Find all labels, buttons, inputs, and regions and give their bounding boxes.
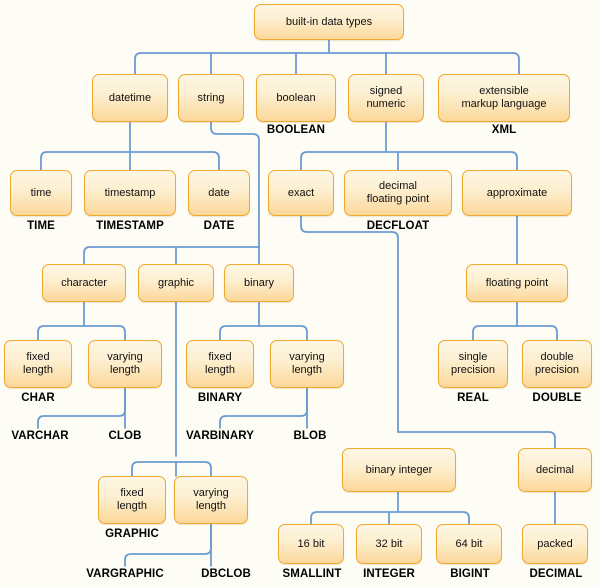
- node-root[interactable]: built-in data types: [254, 4, 404, 40]
- node-char-varying-length[interactable]: varying length: [88, 340, 162, 388]
- node-label: binary: [244, 276, 274, 289]
- caption-bigint: BIGINT: [450, 568, 490, 580]
- node-label: time: [30, 186, 52, 199]
- caption-graphic: GRAPHIC: [105, 528, 159, 540]
- node-label: exact: [287, 186, 315, 199]
- node-label: varying length: [107, 351, 143, 376]
- node-binary[interactable]: binary: [224, 264, 294, 302]
- node-label: signed numeric: [366, 85, 406, 110]
- data-types-diagram: built-in data types datetime string bool…: [0, 0, 600, 586]
- caption-vargraphic: VARGRAPHIC: [86, 568, 164, 580]
- node-character[interactable]: character: [42, 264, 126, 302]
- node-label: varying length: [193, 487, 229, 512]
- node-extensible-markup-language[interactable]: extensible markup language: [438, 74, 570, 122]
- caption-dbclob: DBCLOB: [201, 568, 251, 580]
- caption-integer: INTEGER: [363, 568, 415, 580]
- node-label: fixed length: [117, 487, 147, 512]
- caption-binary: BINARY: [197, 392, 243, 404]
- node-graphic-fixed-length[interactable]: fixed length: [98, 476, 166, 524]
- node-time[interactable]: time: [10, 170, 72, 216]
- node-label: fixed length: [205, 351, 235, 376]
- node-datetime[interactable]: datetime: [92, 74, 168, 122]
- caption-char: CHAR: [21, 392, 55, 404]
- node-single-precision[interactable]: single precision: [438, 340, 508, 388]
- caption-decimal: DECIMAL: [529, 568, 583, 580]
- node-label: 32 bit: [375, 537, 403, 550]
- node-binary-integer[interactable]: binary integer: [342, 448, 456, 492]
- caption-date: DATE: [203, 220, 235, 232]
- node-graphic-varying-length[interactable]: varying length: [174, 476, 248, 524]
- node-label: extensible markup language: [461, 85, 547, 110]
- caption-smallint: SMALLINT: [282, 568, 342, 580]
- node-graphic[interactable]: graphic: [138, 264, 214, 302]
- node-label: datetime: [108, 91, 152, 104]
- caption-varbinary: VARBINARY: [186, 430, 254, 442]
- node-decimal-floating-point[interactable]: decimal floating point: [344, 170, 452, 216]
- node-32-bit[interactable]: 32 bit: [356, 524, 422, 564]
- caption-double: DOUBLE: [532, 392, 582, 404]
- node-label: date: [208, 186, 230, 199]
- caption-boolean: BOOLEAN: [266, 124, 326, 136]
- node-label: packed: [537, 537, 573, 550]
- node-label: 16 bit: [297, 537, 325, 550]
- node-label: 64 bit: [455, 537, 483, 550]
- node-label: binary integer: [365, 463, 433, 476]
- node-label: approximate: [486, 186, 548, 199]
- caption-varchar: VARCHAR: [11, 430, 69, 442]
- node-label: varying length: [289, 351, 325, 376]
- node-label: decimal: [536, 463, 574, 476]
- node-label: built-in data types: [285, 15, 373, 28]
- node-label: double precision: [534, 351, 580, 376]
- node-label: string: [197, 91, 225, 104]
- node-boolean[interactable]: boolean: [256, 74, 336, 122]
- caption-xml: XML: [491, 124, 517, 136]
- node-exact[interactable]: exact: [268, 170, 334, 216]
- node-label: timestamp: [104, 186, 156, 199]
- node-label: floating point: [485, 276, 549, 289]
- node-label: fixed length: [23, 351, 53, 376]
- node-64-bit[interactable]: 64 bit: [436, 524, 502, 564]
- node-binary-varying-length[interactable]: varying length: [270, 340, 344, 388]
- node-label: graphic: [157, 276, 195, 289]
- caption-decfloat: DECFLOAT: [366, 220, 430, 232]
- caption-blob: BLOB: [293, 430, 327, 442]
- node-approximate[interactable]: approximate: [462, 170, 572, 216]
- node-date[interactable]: date: [188, 170, 250, 216]
- node-timestamp[interactable]: timestamp: [84, 170, 176, 216]
- node-string[interactable]: string: [178, 74, 244, 122]
- caption-clob: CLOB: [108, 430, 142, 442]
- node-label: decimal floating point: [366, 180, 430, 205]
- node-packed[interactable]: packed: [522, 524, 588, 564]
- caption-timestamp: TIMESTAMP: [96, 220, 164, 232]
- node-double-precision[interactable]: double precision: [522, 340, 592, 388]
- node-16-bit[interactable]: 16 bit: [278, 524, 344, 564]
- node-decimal[interactable]: decimal: [518, 448, 592, 492]
- caption-time: TIME: [27, 220, 55, 232]
- node-char-fixed-length[interactable]: fixed length: [4, 340, 72, 388]
- node-label: single precision: [450, 351, 496, 376]
- node-floating-point[interactable]: floating point: [466, 264, 568, 302]
- node-binary-fixed-length[interactable]: fixed length: [186, 340, 254, 388]
- node-label: boolean: [276, 91, 316, 104]
- node-signed-numeric[interactable]: signed numeric: [348, 74, 424, 122]
- caption-real: REAL: [457, 392, 489, 404]
- node-label: character: [61, 276, 107, 289]
